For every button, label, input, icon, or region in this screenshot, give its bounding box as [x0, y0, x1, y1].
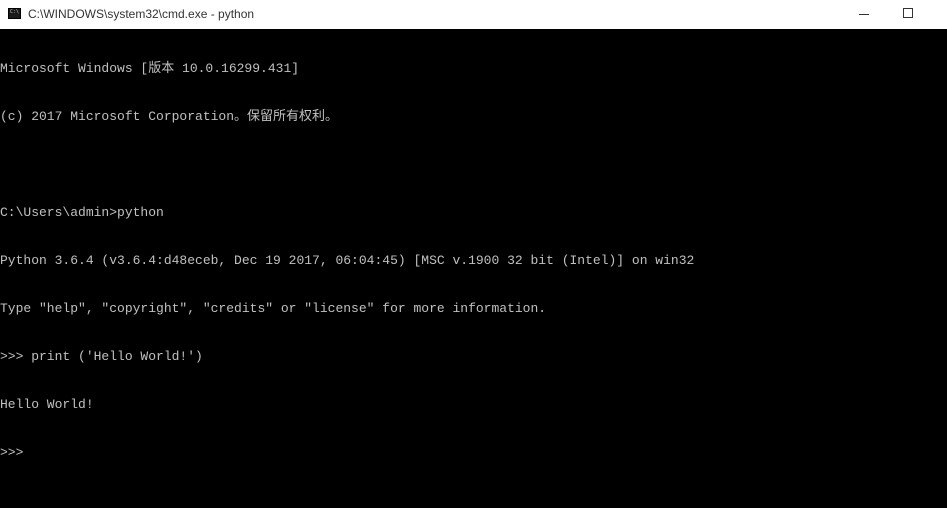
console-line-copyright: (c) 2017 Microsoft Corporation。保留所有权利。: [0, 109, 339, 124]
minimize-icon: [859, 14, 869, 15]
console-line-prompt-python: C:\Users\admin>python: [0, 205, 164, 220]
title-bar[interactable]: C:\ C:\WINDOWS\system32\cmd.exe - python: [0, 0, 947, 29]
console-window: C:\ C:\WINDOWS\system32\cmd.exe - python…: [0, 0, 947, 508]
window-title: C:\WINDOWS\system32\cmd.exe - python: [28, 7, 255, 21]
console-line-help-info: Type "help", "copyright", "credits" or "…: [0, 301, 547, 316]
minimize-button[interactable]: [841, 0, 887, 29]
cmd-icon-label: C:\: [10, 9, 20, 15]
cmd-icon[interactable]: C:\: [8, 8, 21, 19]
maximize-icon: [903, 8, 913, 18]
console-line-repl-prompt[interactable]: >>>: [0, 445, 947, 461]
console-output[interactable]: Microsoft Windows [版本 10.0.16299.431] (c…: [0, 29, 947, 508]
console-line-python-version: Python 3.6.4 (v3.6.4:d48eceb, Dec 19 201…: [0, 253, 695, 268]
console-line-print-command: >>> print ('Hello World!'): [0, 349, 203, 364]
console-line-output: Hello World!: [0, 397, 94, 412]
maximize-button[interactable]: [887, 0, 933, 29]
console-line-version: Microsoft Windows [版本 10.0.16299.431]: [0, 61, 300, 76]
